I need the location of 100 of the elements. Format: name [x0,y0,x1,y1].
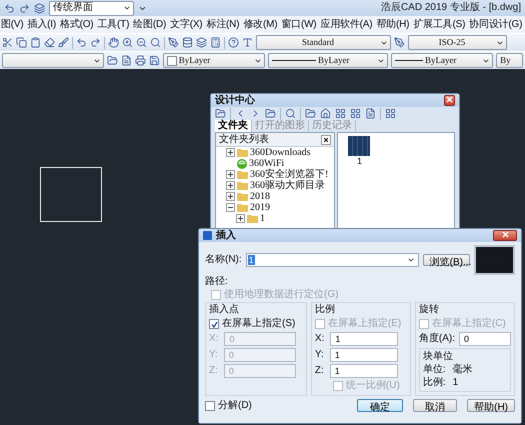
tree-item[interactable]: 360Downloads [250,147,311,158]
field-label: 比例: [422,377,446,389]
linetype-dropdown[interactable]: ByLayer [268,53,388,68]
layers-icon[interactable] [196,37,207,48]
window-title: 浩辰CAD 2019 专业版 - [b.dwg] [380,2,521,14]
checkbox-label: 在屏幕上指定(C) [432,318,506,330]
checkbox[interactable] [314,319,325,329]
printer-icon[interactable] [134,55,146,66]
menu-item[interactable]: 插入(I) [26,18,57,30]
preview-icon[interactable] [350,108,361,119]
tree-item[interactable]: 360安全浏览器下! [250,169,328,180]
panel-title: 文件夹列表 [219,134,269,146]
layer-icon[interactable] [107,55,118,66]
lineweight-dropdown[interactable]: ByLayer [390,53,494,68]
tree-item[interactable]: 360驱动大师目录 [250,180,325,191]
zoom-out-icon[interactable] [136,37,147,48]
dimension-style-dropdown[interactable]: ISO-25 [408,35,507,50]
input-field[interactable]: 1 [330,364,398,378]
expander-icon[interactable] [226,170,235,179]
expander-icon[interactable] [226,203,235,212]
close-button[interactable]: × [321,134,331,144]
tree-item[interactable]: 1 [260,213,265,224]
description-icon[interactable] [365,108,376,119]
open-folder-icon[interactable] [215,108,226,119]
zoom-in-icon[interactable] [122,37,133,48]
color-swatch [166,56,177,66]
database-icon[interactable] [182,37,193,48]
expander-icon[interactable] [236,214,245,223]
checkbox-label: 在屏幕上指定(E) [328,318,402,330]
rectangle-shape [40,167,102,222]
tab[interactable]: 文件夹 [215,120,252,132]
up-folder-icon[interactable] [265,108,276,119]
tree-item[interactable]: 2018 [250,191,270,202]
window-title: 插入 [216,230,236,242]
input-field[interactable]: 1 [330,332,398,346]
menu-item[interactable]: 修改(M) [242,18,278,30]
close-icon[interactable] [493,230,517,241]
menu-item[interactable]: 标注(N) [205,18,240,30]
color-dropdown[interactable]: ByLayer [162,53,265,68]
brush-icon[interactable] [58,37,69,48]
text-style-icon[interactable] [242,37,253,48]
expander-icon[interactable] [226,181,235,190]
menu-item[interactable]: 窗口(W) [280,18,318,30]
menu-item[interactable]: 文字(X) [169,18,204,30]
menu-item[interactable]: 绘图(D) [132,18,168,30]
input-field[interactable]: 0 [459,332,511,346]
pen-icon[interactable] [168,37,179,48]
expander-icon[interactable] [226,148,235,157]
menu-item[interactable]: 应用软件(A) [319,18,374,30]
menu-item[interactable]: 格式(O) [58,18,94,30]
checkbox[interactable] [332,381,343,391]
workspace-dropdown[interactable]: 传统界面 [49,0,134,16]
copy-icon[interactable] [16,37,27,48]
dimension-style-icon[interactable] [394,37,405,48]
save-icon[interactable] [148,55,160,66]
cut-icon[interactable] [2,37,13,48]
menu-item[interactable]: 扩展工具(S) [412,18,466,30]
expander-icon[interactable] [226,192,235,201]
dialog-button[interactable]: 确定 [357,399,404,412]
block-thumbnail[interactable] [348,136,370,156]
eraser-icon[interactable] [44,37,55,48]
group-title: 比例 [314,304,336,316]
layer-state-icon[interactable] [121,55,132,66]
search-icon[interactable] [150,37,161,48]
name-dropdown[interactable]: 1 [246,253,419,267]
menu-item[interactable]: 工具(T) [96,18,130,30]
pan-icon[interactable] [108,37,119,48]
window-title: 设计中心 [215,94,255,106]
input-field[interactable]: 1 [330,348,398,362]
calculator-icon[interactable] [210,37,221,48]
dialog-button[interactable]: 帮助(H) [467,399,515,412]
wifi-app-icon [237,158,247,168]
help-icon[interactable] [228,37,239,48]
checkbox[interactable] [209,319,219,329]
views-icon[interactable] [385,108,396,119]
checkbox[interactable] [205,400,215,410]
tree-view-icon[interactable] [335,108,346,119]
drawing-canvas[interactable] [0,69,525,425]
dialog-button[interactable]: 取消 [413,399,458,412]
home-icon[interactable] [320,108,331,119]
redo-icon[interactable] [90,37,101,48]
search-icon[interactable] [285,108,296,119]
undo-icon[interactable] [76,37,87,48]
plot-style-dropdown[interactable]: By [496,53,523,68]
favorites-icon[interactable] [305,108,316,119]
tree-item[interactable]: 360WiFi [249,158,284,169]
menu-item[interactable]: 协同设计(G) [468,18,524,30]
menu-item[interactable]: 图(V) [0,18,25,30]
menu-item[interactable]: 帮助(H) [375,18,410,30]
checkbox[interactable] [418,319,429,329]
unit-value: 毫米 [452,364,474,376]
workspace-icon[interactable] [34,2,45,14]
tree-item[interactable]: 2019 [250,202,270,213]
text-style-dropdown[interactable]: Standard [256,35,391,50]
undo-icon[interactable] [4,2,15,14]
close-icon[interactable] [444,95,455,106]
browse-button[interactable]: 浏览(B)... [422,254,470,266]
redo-icon[interactable] [19,2,30,14]
checkmark-icon [210,320,218,328]
paste-icon[interactable] [30,37,41,48]
